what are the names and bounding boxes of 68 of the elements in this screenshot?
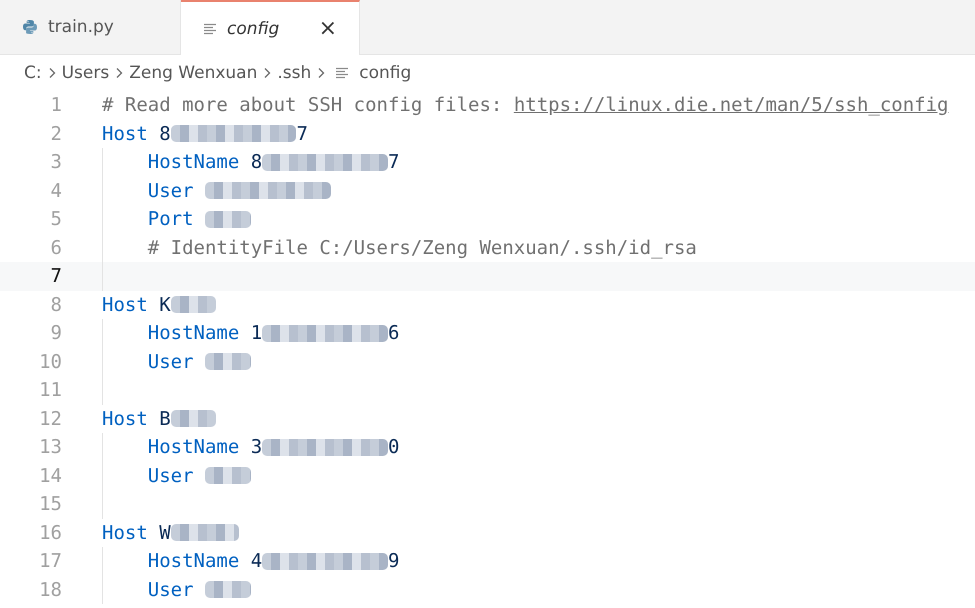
blurred-text: [170, 410, 216, 428]
config-value: 1: [250, 322, 262, 344]
editor-tab[interactable]: config ×: [181, 0, 360, 55]
line-number: 3: [50, 151, 62, 174]
config-value: 8: [250, 151, 262, 174]
breadcrumb-item[interactable]: Users: [62, 63, 110, 83]
config-keyword: Host: [102, 522, 148, 544]
config-keyword: User: [148, 350, 194, 373]
line-number: 5: [50, 208, 62, 230]
config-value: 8: [159, 122, 171, 145]
line-number: 14: [38, 464, 62, 487]
code-comment: # IdentityFile C:/Users/Zeng Wenxuan/.ssh/id_rsa: [148, 236, 697, 259]
blurred-text: [204, 353, 251, 370]
config-keyword: Host: [102, 122, 148, 145]
config-value: W: [159, 522, 171, 544]
chevron-icon: [317, 67, 326, 79]
config-keyword: HostName: [148, 151, 240, 174]
config-value: 7: [388, 151, 400, 174]
config-value: 0: [388, 436, 400, 458]
config-keyword: HostName: [148, 436, 240, 458]
config-value: K: [159, 294, 171, 316]
lines-icon: [335, 67, 350, 79]
chevron-icon: [48, 67, 56, 79]
config-keyword: Host: [102, 294, 148, 316]
blurred-text: [170, 296, 216, 314]
line-number: 7: [50, 265, 62, 288]
line-number: 11: [38, 379, 62, 402]
config-keyword: HostName: [148, 322, 240, 344]
line-number: 16: [38, 522, 62, 544]
config-keyword: User: [148, 578, 194, 601]
config-keyword: HostName: [148, 550, 240, 572]
close-button[interactable]: ×: [318, 18, 337, 40]
chevron-icon: [115, 67, 124, 79]
line-number: 10: [38, 350, 62, 373]
config-keyword: User: [148, 464, 194, 487]
breadcrumb-item[interactable]: C:: [24, 63, 42, 83]
config-keyword: Host: [102, 408, 148, 430]
lines-icon: [203, 22, 217, 34]
breadcrumb-item[interactable]: .ssh: [277, 63, 312, 83]
config-keyword: Port: [148, 208, 194, 230]
line-number: 8: [50, 294, 62, 316]
blurred-text: [170, 524, 240, 542]
line-number: 6: [50, 236, 62, 259]
line-number: 4: [50, 180, 62, 202]
config-value: 3: [250, 436, 262, 458]
chevron-icon: [263, 67, 272, 79]
breadcrumb-item[interactable]: Zeng Wenxuan: [129, 63, 258, 83]
config-value: 4: [250, 550, 262, 572]
line-number: 1: [50, 94, 62, 116]
line-number: 18: [38, 578, 62, 601]
line-number: 13: [38, 436, 62, 458]
blurred-text: [204, 210, 251, 228]
config-value: 7: [296, 122, 308, 145]
python-icon: [22, 19, 38, 35]
url-link[interactable]: https://linux.die.net/man/5/ssh_config: [514, 94, 948, 116]
code-comment: # Read more about SSH config files:: [102, 94, 504, 116]
config-keyword: User: [148, 180, 194, 202]
line-number: 17: [38, 550, 62, 572]
config-value: 6: [388, 322, 400, 344]
line-number: 9: [50, 322, 62, 344]
config-value: B: [159, 408, 171, 430]
breadcrumb-item[interactable]: config: [359, 63, 412, 83]
config-value: 9: [388, 550, 400, 572]
line-number: 2: [50, 122, 62, 145]
blurred-text: [204, 581, 251, 598]
line-number: 15: [38, 493, 62, 516]
line-number: 12: [38, 408, 62, 430]
blurred-text: [204, 467, 251, 484]
